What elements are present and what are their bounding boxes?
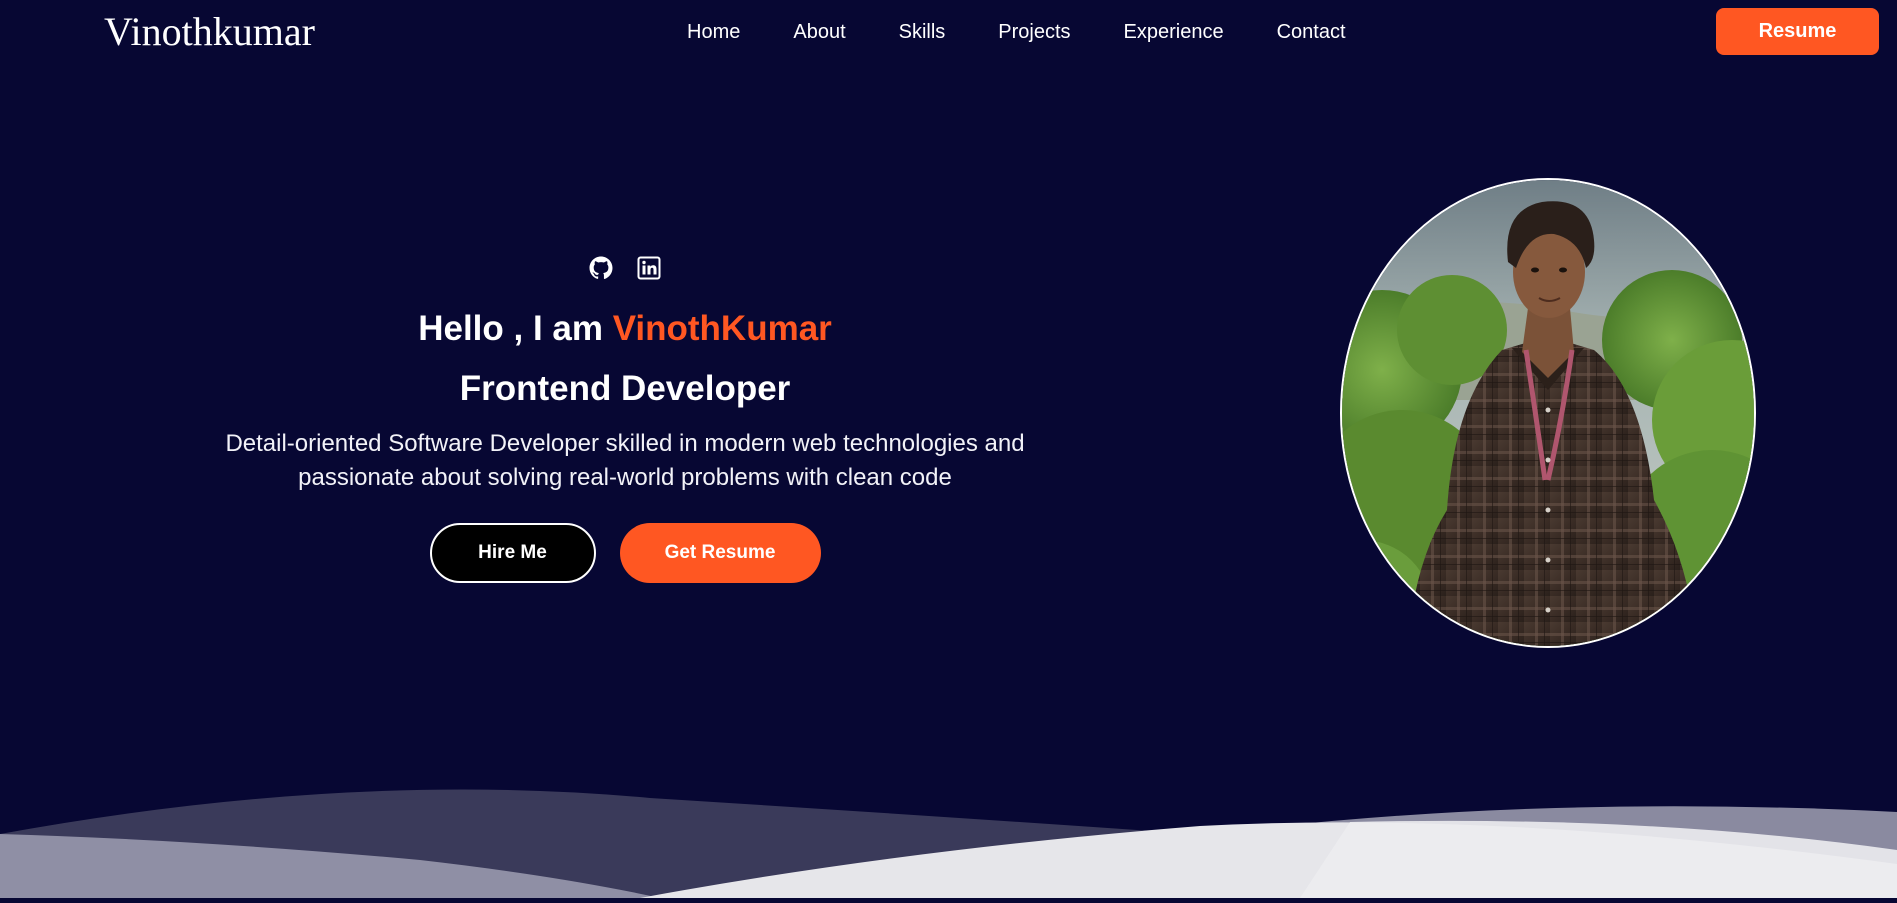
- hero-name: VinothKumar: [612, 309, 832, 348]
- social-links: [200, 255, 1050, 281]
- greeting-prefix: Hello , I am: [418, 309, 613, 348]
- hire-me-button[interactable]: Hire Me: [429, 523, 596, 583]
- resume-button[interactable]: Resume: [1716, 8, 1879, 55]
- hero-section: Hello , I am VinothKumar Frontend Develo…: [200, 255, 1050, 583]
- hero-description: Detail-oriented Software Developer skill…: [225, 430, 1025, 491]
- site-logo[interactable]: Vinothkumar: [104, 6, 315, 58]
- linkedin-icon[interactable]: [636, 255, 662, 281]
- hero-actions: Hire Me Get Resume: [200, 523, 1050, 583]
- hero-greeting: Hello , I am VinothKumar: [200, 307, 1050, 351]
- nav-link-home[interactable]: Home: [687, 18, 740, 46]
- hero-role: Frontend Developer: [459, 369, 791, 408]
- nav-link-about[interactable]: About: [793, 18, 845, 46]
- decorative-waves: [0, 780, 1897, 898]
- get-resume-button[interactable]: Get Resume: [619, 523, 821, 583]
- profile-photo: [1340, 178, 1756, 648]
- navbar: Vinothkumar Home About Skills Projects E…: [0, 0, 1897, 64]
- nav-link-experience[interactable]: Experience: [1124, 18, 1224, 46]
- github-icon[interactable]: [588, 255, 614, 281]
- nav-link-projects[interactable]: Projects: [998, 18, 1070, 46]
- nav-link-contact[interactable]: Contact: [1277, 18, 1346, 46]
- nav-links: Home About Skills Projects Experience Co…: [687, 18, 1346, 46]
- nav-link-skills[interactable]: Skills: [899, 18, 946, 46]
- profile-portrait: [1342, 180, 1754, 646]
